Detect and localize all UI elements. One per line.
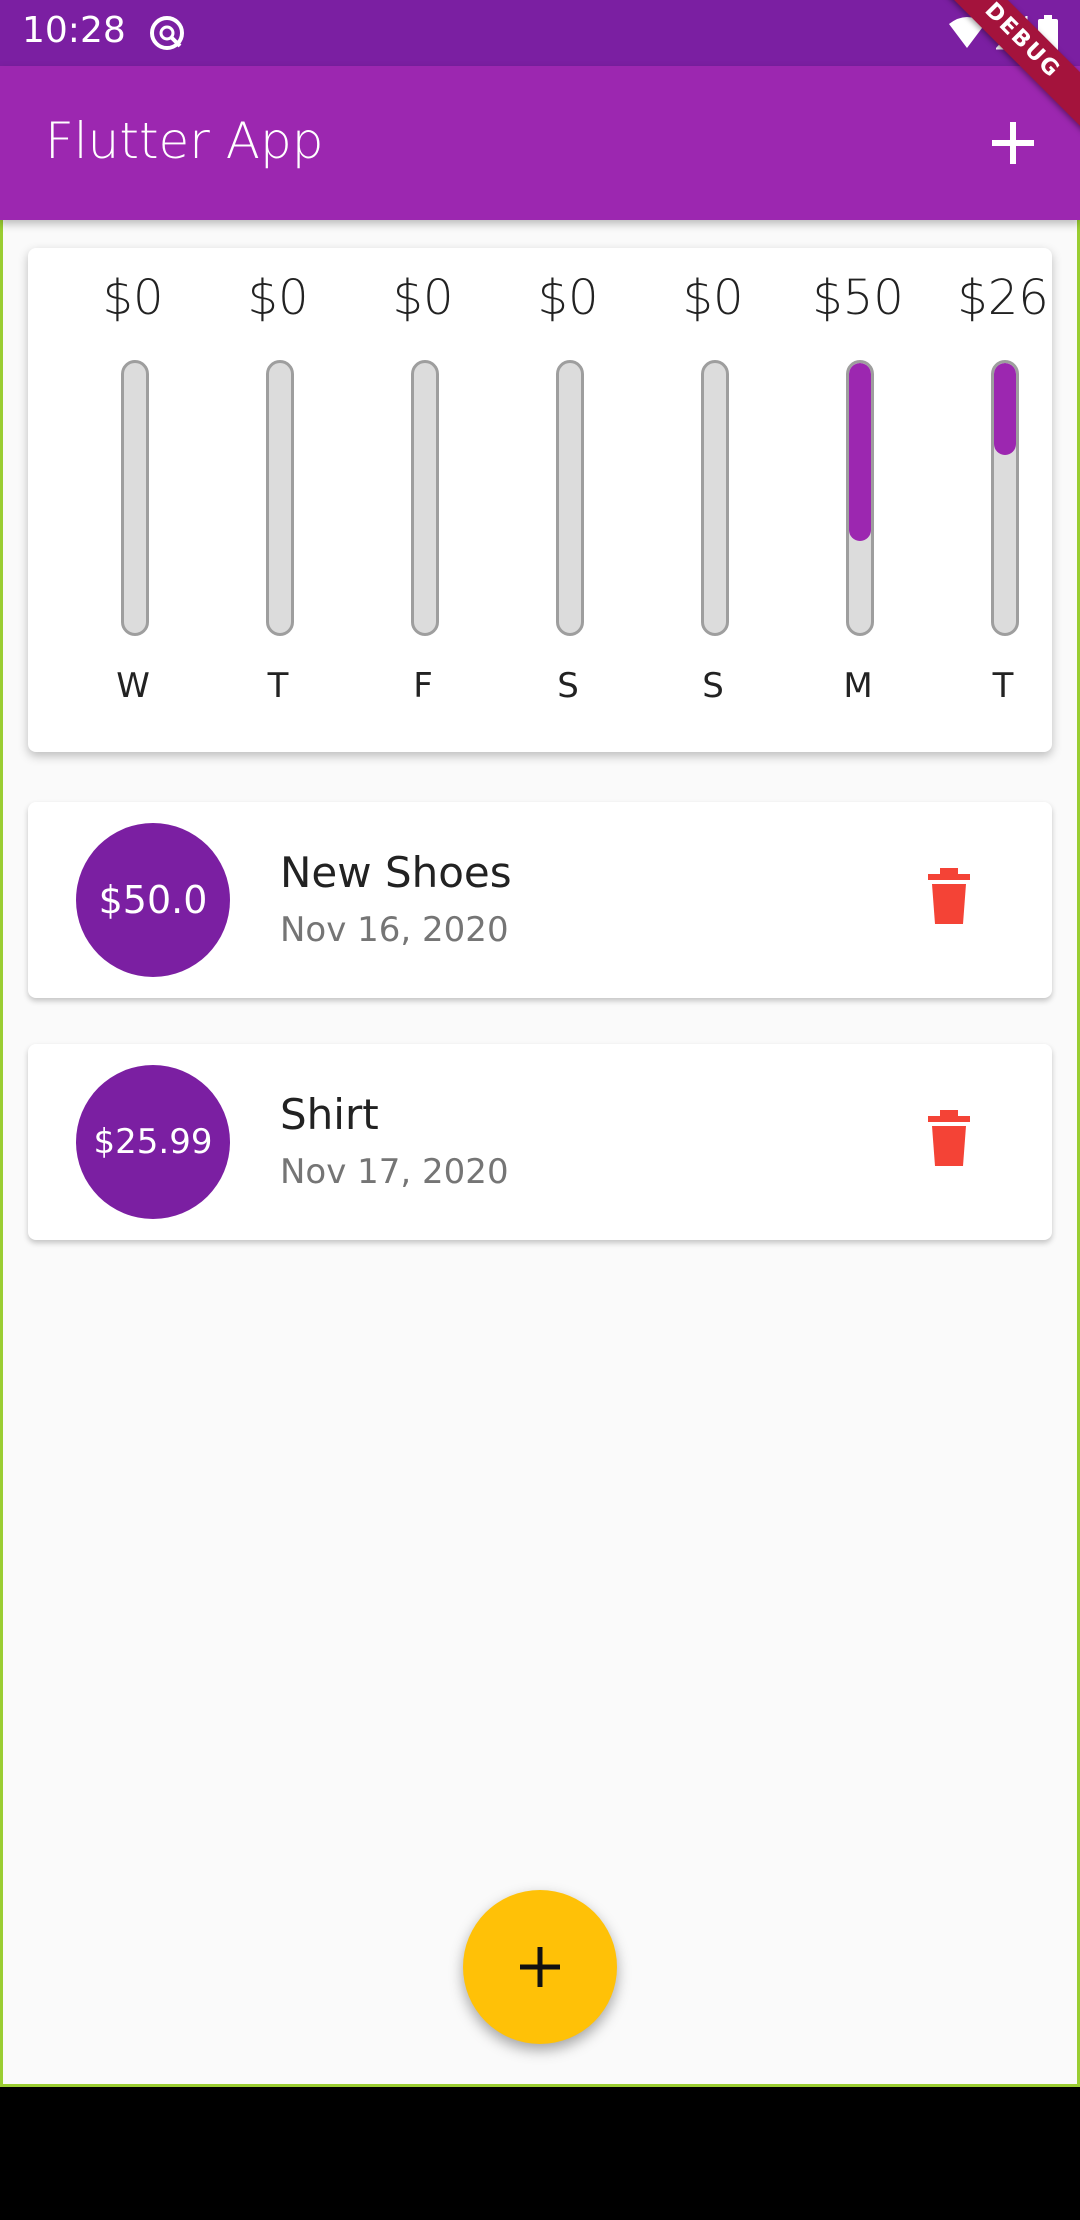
app-title: Flutter App [45,112,324,170]
chart-bar-amount: $26 [957,270,1049,326]
transaction-title: New Shoes [280,848,512,897]
chart-bar: $26 T [933,248,1073,752]
chart-bar-track [846,360,874,636]
transaction-item: $25.99 Shirt Nov 17, 2020 [28,1044,1052,1240]
chart-bar-amount: $0 [682,270,744,326]
app-notification-icon [150,16,184,50]
trash-icon[interactable] [928,1110,970,1166]
chart-bar-day: T [992,666,1014,706]
chart-bar-track [556,360,584,636]
chart-bar-track [701,360,729,636]
transaction-date: Nov 17, 2020 [280,1152,509,1192]
chart-bar-track [121,360,149,636]
chart-bar-day: M [843,666,873,706]
transaction-amount-avatar: $25.99 [76,1065,230,1219]
chart-bar-track [266,360,294,636]
app-bar: Flutter App [0,66,1080,220]
chart-bar-day: S [702,666,724,706]
chart-bar: $0 W [63,248,203,752]
chart-bar-amount: $0 [537,270,599,326]
chart-bar: $0 S [498,248,638,752]
app-screen: 10:28 Flutter App DEBUG $0 W $0 T $0 F $… [0,0,1080,2087]
add-transaction-fab[interactable] [463,1890,617,2044]
chart-bar: $0 S [643,248,783,752]
chart-bar-track [991,360,1019,636]
chart-bar-day: T [267,666,289,706]
chart-bar-fill [849,363,871,541]
chart-bar-track [411,360,439,636]
transaction-date: Nov 16, 2020 [280,910,509,950]
add-icon[interactable] [986,116,1040,170]
chart-bar-amount: $0 [102,270,164,326]
chart-bar-amount: $50 [812,270,904,326]
weekly-chart-card: $0 W $0 T $0 F $0 S $0 S $50 M $26 T [28,248,1052,752]
chart-bar-amount: $0 [247,270,309,326]
add-icon [520,1947,560,1987]
chart-bar-amount: $0 [392,270,454,326]
chart-bar: $0 F [353,248,493,752]
status-time: 10:28 [22,10,126,51]
chart-bar-day: W [116,666,150,706]
chart-bar-fill [994,363,1016,456]
chart-bar-day: F [413,666,433,706]
chart-bar: $0 T [208,248,348,752]
chart-bar: $50 M [788,248,928,752]
chart-bar-day: S [557,666,579,706]
trash-icon[interactable] [928,868,970,924]
transaction-item: $50.0 New Shoes Nov 16, 2020 [28,802,1052,998]
transaction-amount-avatar: $50.0 [76,823,230,977]
status-bar: 10:28 [0,0,1080,66]
transaction-title: Shirt [280,1090,379,1139]
